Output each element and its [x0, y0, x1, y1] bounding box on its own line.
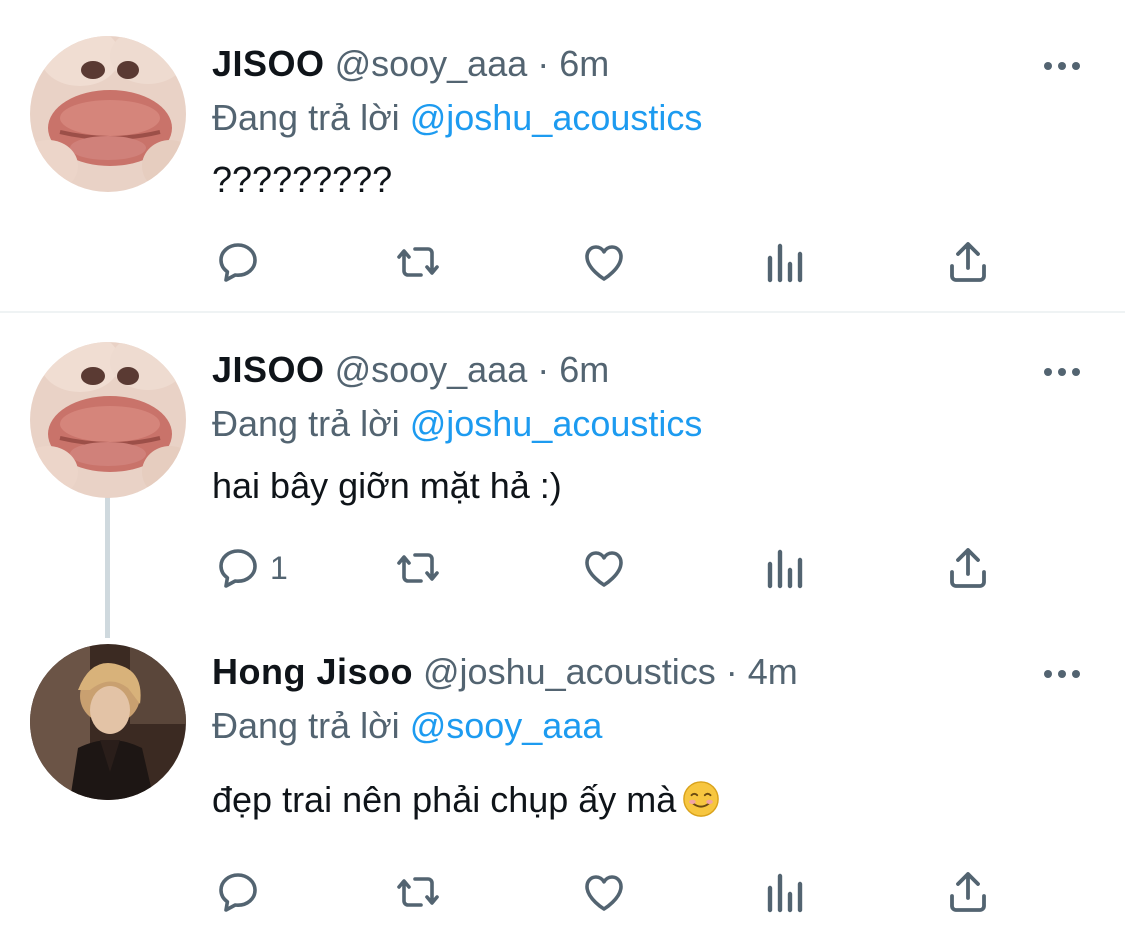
retweet-button[interactable]	[394, 538, 442, 598]
replying-to: Đang trả lời @joshu_acoustics	[212, 398, 702, 450]
reply-icon	[214, 544, 262, 592]
replying-to: Đang trả lời @joshu_acoustics	[212, 92, 702, 144]
views-icon	[762, 544, 810, 592]
smiling-face-emoji	[682, 780, 720, 818]
avatar[interactable]	[30, 342, 186, 498]
timestamp[interactable]: 4m	[748, 651, 798, 692]
like-button[interactable]	[580, 538, 628, 598]
separator: ·	[527, 43, 560, 84]
more-icon[interactable]	[1040, 44, 1084, 88]
mention-link[interactable]: @sooy_aaa	[410, 705, 603, 746]
views-icon	[762, 868, 810, 916]
replying-prefix: Đang trả lời	[212, 705, 410, 746]
views-icon	[762, 238, 810, 286]
display-name[interactable]: JISOO	[212, 43, 325, 84]
avatar[interactable]	[30, 644, 186, 800]
like-icon	[580, 868, 628, 916]
display-name[interactable]: JISOO	[212, 349, 325, 390]
retweet-icon	[394, 544, 442, 592]
tweet-header: Hong Jisoo @joshu_acoustics · 4m	[212, 644, 798, 700]
separator: ·	[527, 349, 560, 390]
handle[interactable]: @joshu_acoustics	[423, 651, 716, 692]
views-button[interactable]	[762, 538, 810, 598]
tweet-header: JISOO @sooy_aaa · 6m	[212, 342, 609, 398]
share-icon	[944, 238, 992, 286]
share-button[interactable]	[944, 232, 992, 292]
timestamp[interactable]: 6m	[559, 43, 609, 84]
replying-to: Đang trả lời @sooy_aaa	[212, 700, 602, 752]
views-button[interactable]	[762, 862, 810, 922]
action-bar	[0, 862, 1125, 922]
more-icon[interactable]	[1040, 652, 1084, 696]
share-icon	[944, 544, 992, 592]
reply-button[interactable]: 1	[214, 538, 288, 598]
tweet[interactable]: JISOO @sooy_aaa · 6m Đang trả lời @joshu…	[0, 36, 1125, 306]
share-icon	[944, 868, 992, 916]
tweet-text-content: đẹp trai nên phải chụp ấy mà	[212, 779, 677, 820]
tweet[interactable]: Hong Jisoo @joshu_acoustics · 4m Đang tr…	[0, 644, 1125, 924]
action-bar: 1	[0, 538, 1125, 598]
action-bar	[0, 232, 1125, 292]
reply-button[interactable]	[214, 232, 262, 292]
retweet-icon	[394, 868, 442, 916]
tweet-text: hai bây giỡn mặt hả :)	[212, 465, 562, 506]
tweet-text: ?????????	[212, 159, 393, 200]
retweet-button[interactable]	[394, 862, 442, 922]
reply-button[interactable]	[214, 862, 262, 922]
handle[interactable]: @sooy_aaa	[335, 43, 528, 84]
tweet-header: JISOO @sooy_aaa · 6m	[212, 36, 609, 92]
handle[interactable]: @sooy_aaa	[335, 349, 528, 390]
more-icon[interactable]	[1040, 350, 1084, 394]
share-button[interactable]	[944, 862, 992, 922]
reply-icon	[214, 868, 262, 916]
like-button[interactable]	[580, 232, 628, 292]
mention-link[interactable]: @joshu_acoustics	[410, 403, 703, 444]
reply-count: 1	[270, 549, 288, 586]
replying-prefix: Đang trả lời	[212, 403, 410, 444]
like-button[interactable]	[580, 862, 628, 922]
separator: ·	[715, 651, 748, 692]
retweet-icon	[394, 238, 442, 286]
tweet-text: đẹp trai nên phải chụp ấy mà	[212, 772, 720, 828]
like-icon	[580, 544, 628, 592]
share-button[interactable]	[944, 538, 992, 598]
avatar[interactable]	[30, 36, 186, 192]
timestamp[interactable]: 6m	[559, 349, 609, 390]
reply-icon	[214, 238, 262, 286]
like-icon	[580, 238, 628, 286]
retweet-button[interactable]	[394, 232, 442, 292]
tweet[interactable]: JISOO @sooy_aaa · 6m Đang trả lời @joshu…	[0, 342, 1125, 612]
mention-link[interactable]: @joshu_acoustics	[410, 97, 703, 138]
display-name[interactable]: Hong Jisoo	[212, 651, 413, 692]
views-button[interactable]	[762, 232, 810, 292]
replying-prefix: Đang trả lời	[212, 97, 410, 138]
divider	[0, 311, 1125, 313]
